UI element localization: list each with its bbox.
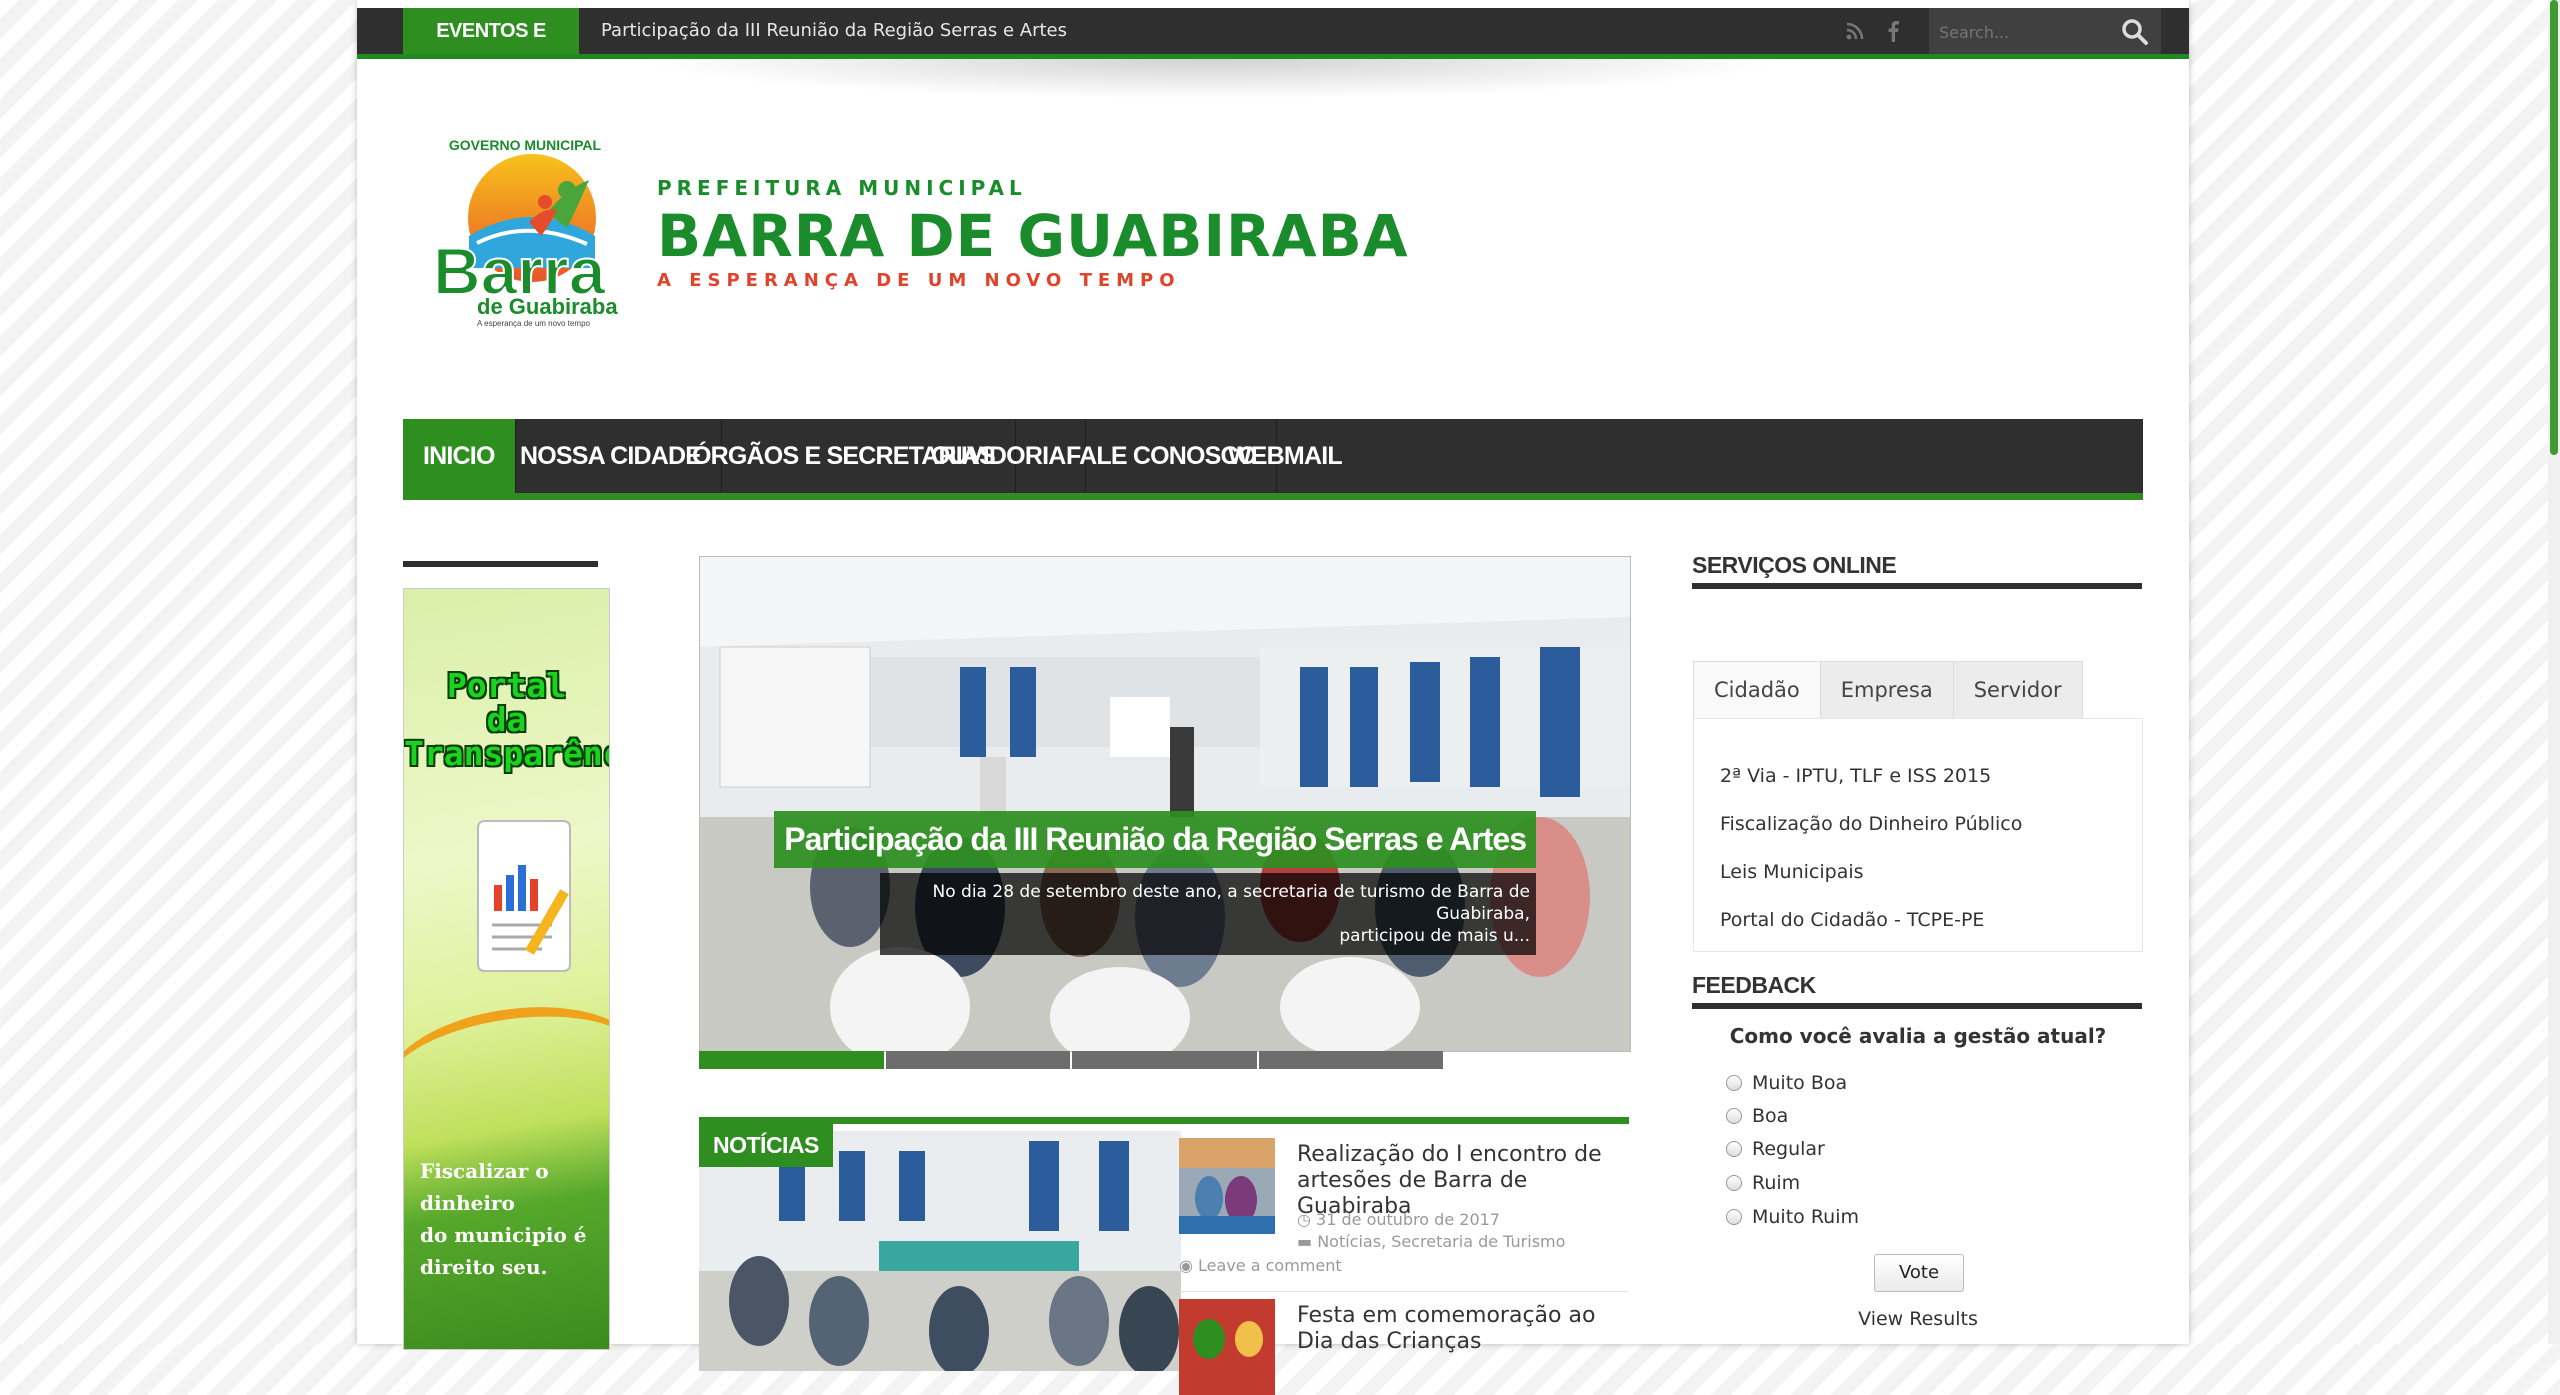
poll-option[interactable]: Regular	[1726, 1138, 1825, 1160]
post-categories[interactable]: ▬ Notícias, Secretaria de Turismo	[1297, 1232, 1565, 1251]
post-thumbnail[interactable]	[1179, 1299, 1275, 1395]
news-featured-image[interactable]	[699, 1131, 1181, 1371]
banner-swirl	[404, 991, 609, 1157]
slider-dot[interactable]	[699, 1051, 884, 1069]
banner-title-line: Transparência	[404, 734, 609, 773]
brand-title: PREFEITURA MUNICIPAL BARRA DE GUABIRABA …	[657, 176, 1409, 291]
post-date-text: 31 de outubro de 2017	[1316, 1210, 1500, 1229]
post-divider	[1179, 1291, 1629, 1292]
logo-sub: de Guabiraba	[477, 294, 618, 319]
banner-title-line: Portal	[446, 666, 567, 705]
banner-text: Fiscalizar o dinheiro do municipio é dir…	[420, 1155, 587, 1283]
breaking-news-label: EVENTOS E NOTÍCIAS	[403, 8, 579, 88]
poll-radio[interactable]	[1726, 1175, 1742, 1191]
slide-description: No dia 28 de setembro deste ano, a secre…	[880, 873, 1536, 955]
post-title[interactable]: Realização do I encontro de artesões de …	[1297, 1142, 1627, 1220]
service-link[interactable]: Leis Municipais	[1720, 861, 1864, 883]
news-ticker-link[interactable]: Participação da III Reunião da Região Se…	[601, 8, 1067, 54]
slide-title[interactable]: Participação da III Reunião da Região Se…	[774, 811, 1536, 868]
poll-radio[interactable]	[1726, 1075, 1742, 1091]
news-post: Realização do I encontro de artesões de …	[1179, 1138, 1629, 1298]
tab-servidor[interactable]: Servidor	[1952, 661, 2083, 718]
slider-dot[interactable]	[1072, 1051, 1257, 1069]
search-box	[1929, 8, 2161, 54]
clock-icon: ◷	[1297, 1210, 1317, 1229]
logo-tagline: A esperança de um novo tempo	[477, 319, 591, 328]
scrollbar[interactable]	[2548, 0, 2560, 1344]
poll-radio[interactable]	[1726, 1209, 1742, 1225]
search-icon[interactable]	[2121, 18, 2149, 46]
comment-icon: ◉	[1179, 1256, 1199, 1275]
services-online-heading: SERVIÇOS ONLINE	[1692, 552, 2142, 589]
news-post: Festa em comemoração ao Dia das Crianças	[1179, 1299, 1629, 1395]
post-date: ◷ 31 de outubro de 2017	[1297, 1210, 1500, 1229]
search-input[interactable]	[1937, 17, 2101, 47]
sidebar-divider	[403, 561, 598, 567]
slide-desc-line: No dia 28 de setembro deste ano, a secre…	[932, 882, 1530, 924]
slider-dot[interactable]	[885, 1051, 1070, 1069]
slide-desc-line: participou de mais u...	[1339, 926, 1530, 946]
poll-option[interactable]: Muito Boa	[1726, 1072, 1847, 1094]
poll-option[interactable]: Ruim	[1726, 1172, 1800, 1194]
feedback-heading: FEEDBACK	[1692, 972, 2142, 1009]
slide-photo	[700, 557, 1630, 1051]
news-section: NOTÍCIAS Realização do I encontro de art…	[699, 1117, 1629, 1395]
nav-item-webmail[interactable]: WEBMAIL	[1208, 419, 1362, 493]
brand-slogan: A ESPERANÇA DE UM NOVO TEMPO	[657, 270, 1181, 291]
brand-pre: PREFEITURA MUNICIPAL	[657, 176, 1027, 200]
news-section-label: NOTÍCIAS	[699, 1124, 833, 1167]
main-nav: INICIO NOSSA CIDADE ÓRGÃOS E SECRETARIAS…	[403, 419, 2143, 500]
scrollbar-thumb[interactable]	[2550, 0, 2558, 455]
tab-cidadao[interactable]: Cidadão	[1693, 661, 1821, 718]
banner-text-line: dinheiro	[420, 1191, 515, 1215]
brand-name: BARRA DE GUABIRABA	[657, 202, 1409, 270]
view-results-link[interactable]: View Results	[1693, 1308, 2143, 1330]
logo-arc-text: GOVERNO MUNICIPAL	[449, 137, 602, 153]
poll-question: Como você avalia a gestão atual?	[1729, 1024, 2107, 1048]
folder-icon: ▬	[1297, 1232, 1318, 1251]
slider-dot[interactable]	[1258, 1051, 1443, 1069]
service-link[interactable]: 2ª Via - IPTU, TLF e ISS 2015	[1720, 765, 1991, 787]
header-shadow	[637, 59, 1787, 99]
poll-radio[interactable]	[1726, 1108, 1742, 1124]
poll-option-label[interactable]: Ruim	[1752, 1172, 1800, 1194]
transparency-portal-banner[interactable]: Portal da Transparência Fiscalizar o din…	[403, 588, 610, 1350]
poll-option-label[interactable]: Boa	[1752, 1105, 1788, 1127]
poll-option[interactable]: Boa	[1726, 1105, 1788, 1127]
banner-title: Portal da Transparência	[404, 669, 609, 771]
featured-slider[interactable]: Participação da III Reunião da Região Se…	[699, 556, 1631, 1052]
poll-option-label[interactable]: Muito Boa	[1752, 1072, 1847, 1094]
post-comments[interactable]: ◉ Leave a comment	[1179, 1256, 1342, 1275]
service-link[interactable]: Fiscalização do Dinheiro Público	[1720, 813, 2022, 835]
banner-text-line: direito seu.	[420, 1255, 548, 1279]
facebook-icon[interactable]	[1883, 20, 1903, 42]
nav-item-inicio[interactable]: INICIO	[403, 419, 516, 493]
slider-pagination	[699, 1051, 1443, 1069]
poll-option[interactable]: Muito Ruim	[1726, 1206, 1859, 1228]
top-bar: EVENTOS E NOTÍCIAS Participação da III R…	[357, 8, 2189, 88]
page-container: EVENTOS E NOTÍCIAS Participação da III R…	[357, 0, 2189, 1395]
banner-text-line: Fiscalizar o	[420, 1159, 549, 1183]
poll-radio[interactable]	[1726, 1141, 1742, 1157]
post-comments-text[interactable]: Leave a comment	[1198, 1256, 1342, 1275]
tab-empresa[interactable]: Empresa	[1819, 661, 1954, 718]
banner-title-line: da	[486, 700, 527, 739]
rss-icon[interactable]	[1845, 20, 1865, 42]
post-title[interactable]: Festa em comemoração ao Dia das Crianças	[1297, 1303, 1627, 1355]
services-tabs: Cidadão Empresa Servidor	[1693, 661, 2083, 718]
poll-option-label[interactable]: Regular	[1752, 1138, 1825, 1160]
vote-button[interactable]: Vote	[1874, 1254, 1964, 1292]
poll-option-label[interactable]: Muito Ruim	[1752, 1206, 1859, 1228]
service-link[interactable]: Portal do Cidadão - TCPE-PE	[1720, 909, 1984, 931]
document-chart-icon	[472, 815, 572, 975]
services-tab-panel: 2ª Via - IPTU, TLF e ISS 2015 Fiscalizaç…	[1693, 718, 2143, 952]
post-thumbnail[interactable]	[1179, 1138, 1275, 1234]
post-categories-text[interactable]: Notícias, Secretaria de Turismo	[1317, 1232, 1565, 1251]
banner-text-line: do municipio é	[420, 1223, 587, 1247]
